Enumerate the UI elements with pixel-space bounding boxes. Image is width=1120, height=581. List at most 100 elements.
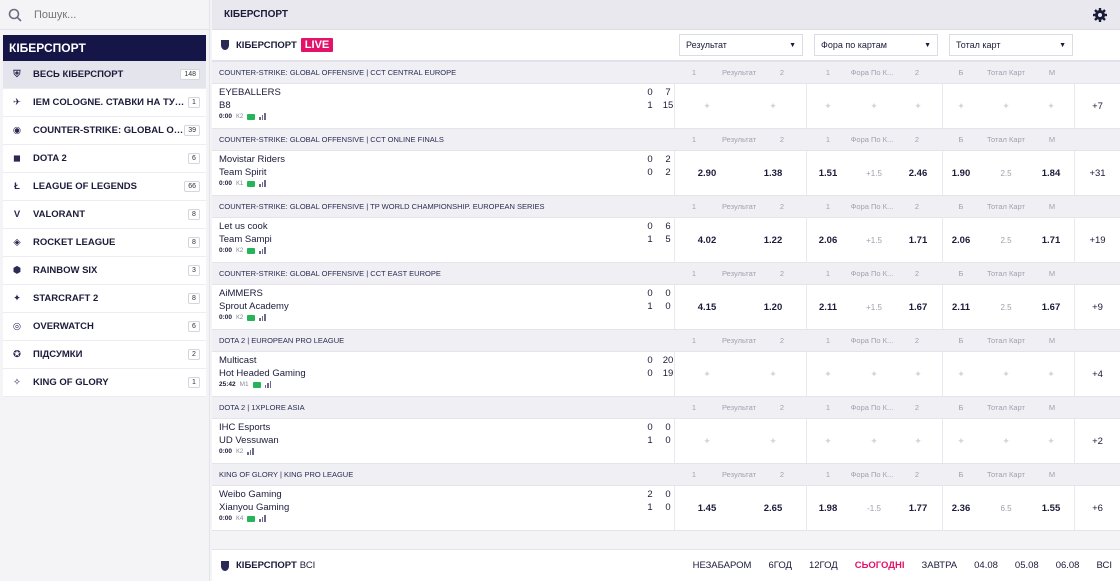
more-markets-button[interactable]: +2 — [1074, 419, 1120, 463]
sidebar-item[interactable]: ✈ IEM COLOGNE. СТАВКИ НА ТУРНІР 1 — [3, 89, 206, 117]
sidebar-item-label: ВЕСЬ КІБЕРСПОРТ — [33, 69, 124, 80]
gear-icon[interactable] — [1092, 7, 1108, 23]
statistics-icon[interactable] — [259, 314, 266, 321]
sidebar-item[interactable]: ✦ STARCRAFT 2 8 — [3, 285, 206, 313]
period-option[interactable]: 06.08 — [1056, 560, 1080, 571]
result-dropdown[interactable]: Результат ▼ — [679, 34, 803, 56]
match-row[interactable]: Weibo Gaming Xianyou Gaming 0:00 К4 2 1 0 0 1.45… — [212, 486, 1120, 531]
odd-button[interactable]: 2.46 — [909, 151, 928, 195]
score-maps: 00 — [644, 154, 656, 179]
more-markets-button[interactable]: +31 — [1074, 151, 1120, 195]
odd-button[interactable]: 2.36 — [952, 486, 971, 530]
team-1-name[interactable]: IHC Esports — [219, 422, 279, 435]
odd-button[interactable]: 2.11 — [952, 285, 970, 329]
team-1-name[interactable]: Weibo Gaming — [219, 489, 289, 502]
match-row[interactable]: AiMMERS Sprout Academy 0:00 К2 0 1 0 0 4.15 1.20 2… — [212, 285, 1120, 330]
sidebar-item[interactable]: ◎ OVERWATCH 6 — [3, 313, 206, 341]
sidebar-item[interactable]: ◉ COUNTER-STRIKE: GLOBAL OFFENSIVE39 — [3, 117, 206, 145]
odd-button[interactable]: 1.45 — [698, 486, 717, 530]
team-1-name[interactable]: Let us cook — [219, 221, 272, 234]
lock-icon: ✦ — [769, 100, 777, 111]
odd-button[interactable]: 1.67 — [909, 285, 928, 329]
sidebar-item[interactable]: ✪ ПІДСУМКИ 2 — [3, 341, 206, 369]
period-option[interactable]: 12ГОД — [809, 560, 838, 571]
team-1-name[interactable]: EYEBALLERS — [219, 87, 281, 100]
team-1-name[interactable]: AiMMERS — [219, 288, 289, 301]
odd-button[interactable]: 2.06 — [819, 218, 838, 262]
sidebar-item[interactable]: ◼ DOTA 2 6 — [3, 145, 206, 173]
team-2-name[interactable]: Team Spirit — [219, 167, 285, 180]
odd-button[interactable]: 2.06 — [952, 218, 971, 262]
statistics-icon[interactable] — [264, 381, 272, 388]
sidebar-item[interactable]: Ł LEAGUE OF LEGENDS 66 — [3, 173, 206, 201]
team-2-name[interactable]: Team Sampi — [219, 234, 272, 247]
search-icon[interactable] — [8, 8, 22, 22]
odd-button[interactable]: 1.98 — [819, 486, 838, 530]
team-2-name[interactable]: Sprout Academy — [219, 301, 289, 314]
period-option[interactable]: ВСІ — [1096, 560, 1112, 571]
odd-button[interactable]: 1.67 — [1042, 285, 1061, 329]
match-row[interactable]: Let us cook Team Sampi 0:00 К2 0 1 6 5 4.02 1.22 2… — [212, 218, 1120, 263]
search-input[interactable] — [34, 8, 184, 21]
more-markets-button[interactable]: +7 — [1074, 84, 1120, 128]
team-2-name[interactable]: Xianyou Gaming — [219, 502, 289, 515]
odd-button[interactable]: 1.22 — [764, 218, 783, 262]
odd-button[interactable]: 1.20 — [764, 285, 783, 329]
team-2-name[interactable]: Hot Headed Gaming — [219, 368, 306, 381]
team-2-name[interactable]: UD Vessuwan — [219, 435, 279, 448]
live-stream-icon[interactable] — [252, 381, 261, 388]
sidebar-item[interactable]: V VALORANT 8 — [3, 201, 206, 229]
team-2-name[interactable]: B8 — [219, 100, 281, 113]
more-markets-button[interactable]: +19 — [1074, 218, 1120, 262]
odd-button[interactable]: 1.55 — [1042, 486, 1061, 530]
odd-button[interactable]: 1.71 — [1042, 218, 1061, 262]
column-header: 1 — [691, 403, 697, 412]
odd-button[interactable]: 1.71 — [909, 218, 928, 262]
team-1-name[interactable]: Multicast — [219, 355, 306, 368]
handicap-dropdown[interactable]: Фора по картам ▼ — [814, 34, 938, 56]
odd-button[interactable]: 2.65 — [764, 486, 783, 530]
column-header: М — [1048, 269, 1056, 278]
sidebar-item[interactable]: ⬢ RAINBOW SIX 3 — [3, 257, 206, 285]
more-markets-button[interactable]: +4 — [1074, 352, 1120, 396]
period-option[interactable]: НЕЗАБАРОМ — [693, 560, 752, 571]
odd-button[interactable]: 1.77 — [909, 486, 928, 530]
sidebar-item[interactable]: ✧ KING OF GLORY 1 — [3, 369, 206, 397]
statistics-icon[interactable] — [247, 448, 254, 455]
match-row[interactable]: Multicast Hot Headed Gaming 25:42 М1 0 0 20 19 ✦… — [212, 352, 1120, 397]
match-row[interactable]: EYEBALLERS B8 0:00 К2 0 1 7 15 ✦ ✦ ✦ ✦ ✦ ✦ ✦ ✦ +7 — [212, 84, 1120, 129]
live-stream-icon[interactable] — [247, 113, 256, 120]
total-dropdown[interactable]: Тотал карт ▼ — [949, 34, 1073, 56]
period-option[interactable]: ЗАВТРА — [922, 560, 958, 571]
odd-button[interactable]: 4.02 — [698, 218, 717, 262]
column-header: 1 — [825, 135, 831, 144]
statistics-icon[interactable] — [259, 247, 266, 254]
statistics-icon[interactable] — [259, 515, 266, 522]
period-option[interactable]: СЬОГОДНІ — [855, 560, 905, 571]
period-option[interactable]: 04.08 — [974, 560, 998, 571]
column-divider — [674, 84, 675, 128]
odd-button[interactable]: 2.11 — [819, 285, 837, 329]
odd-button[interactable]: 1.84 — [1042, 151, 1061, 195]
match-time: 0:00 — [219, 180, 233, 187]
live-stream-icon[interactable] — [247, 180, 256, 187]
period-option[interactable]: 05.08 — [1015, 560, 1039, 571]
sidebar-item[interactable]: ◈ ROCKET LEAGUE 8 — [3, 229, 206, 257]
odd-button[interactable]: 4.15 — [698, 285, 717, 329]
team-1-name[interactable]: Movistar Riders — [219, 154, 285, 167]
more-markets-button[interactable]: +6 — [1074, 486, 1120, 530]
odd-button[interactable]: 1.90 — [952, 151, 971, 195]
odd-button[interactable]: 1.51 — [819, 151, 838, 195]
statistics-icon[interactable] — [259, 113, 266, 120]
match-row[interactable]: Movistar Riders Team Spirit 0:00 К1 0 0 2 2 2.90… — [212, 151, 1120, 196]
live-stream-icon[interactable] — [247, 314, 256, 321]
match-row[interactable]: IHC Esports UD Vessuwan 0:00 К2 0 1 0 0 ✦ ✦ ✦ ✦ ✦ ✦ ✦ ✦… — [212, 419, 1120, 464]
live-stream-icon[interactable] — [247, 247, 256, 254]
live-stream-icon[interactable] — [247, 515, 256, 522]
period-option[interactable]: 6ГОД — [768, 560, 792, 571]
statistics-icon[interactable] — [259, 180, 266, 187]
sidebar-item[interactable]: ⛨ ВЕСЬ КІБЕРСПОРТ 148 — [3, 61, 206, 89]
odd-button[interactable]: 2.90 — [698, 151, 717, 195]
odd-button[interactable]: 1.38 — [764, 151, 783, 195]
more-markets-button[interactable]: +9 — [1074, 285, 1120, 329]
